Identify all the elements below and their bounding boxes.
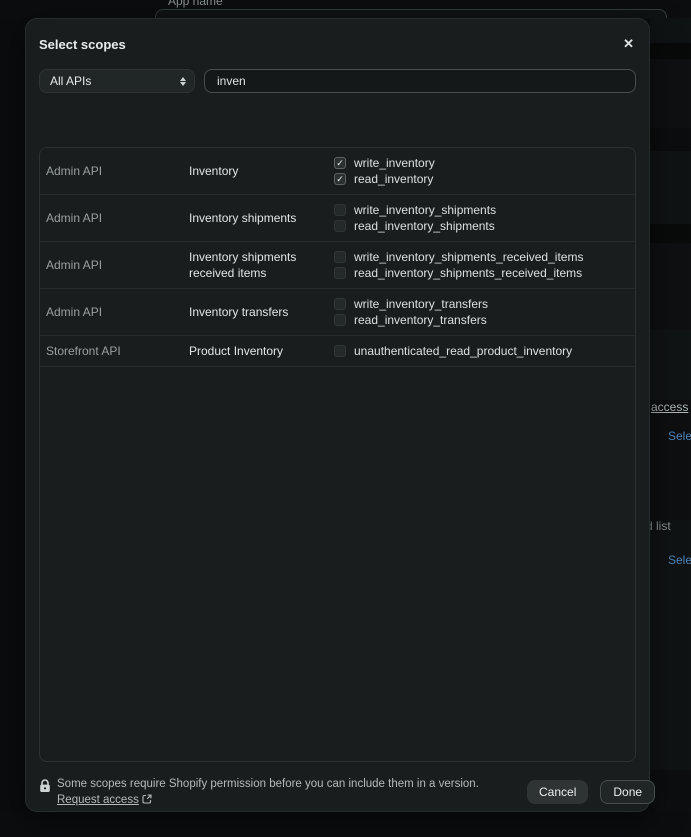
close-icon[interactable]: ✕	[621, 36, 636, 52]
scope-name: read_inventory	[354, 172, 434, 186]
row-api: Admin API	[46, 305, 103, 319]
scope-search-input[interactable]	[204, 69, 636, 93]
scope-option[interactable]: read_inventory_transfers	[334, 312, 629, 328]
background-band	[650, 18, 691, 43]
scope-option[interactable]: ✓ write_inventory	[334, 155, 629, 171]
external-link-icon	[142, 794, 152, 804]
lock-icon	[40, 779, 50, 792]
background-band	[650, 151, 691, 224]
row-api: Admin API	[46, 258, 103, 272]
checkbox-unchecked-icon[interactable]	[334, 220, 346, 232]
api-filter-select[interactable]: All APIs	[39, 69, 195, 93]
checkbox-checked-icon[interactable]: ✓	[334, 157, 346, 169]
background-band	[650, 243, 691, 330]
row-api: Admin API	[46, 164, 103, 178]
scope-option[interactable]: ✓ read_inventory	[334, 171, 629, 187]
scope-name: write_inventory	[354, 156, 435, 170]
background-band	[650, 224, 691, 243]
background-access-link[interactable]: access	[651, 400, 688, 414]
footer-note-text: Some scopes require Shopify permission b…	[57, 778, 479, 790]
scope-name: read_inventory_shipments	[354, 219, 495, 233]
checkbox-unchecked-icon[interactable]	[334, 298, 346, 310]
background-band	[650, 43, 691, 59]
row-api: Admin API	[46, 211, 103, 225]
row-scopes: ✓ write_inventory ✓ read_inventory	[334, 155, 629, 187]
scope-option[interactable]: read_inventory_shipments_received_items	[334, 265, 629, 281]
modal-footer: Some scopes require Shopify permission b…	[39, 776, 656, 808]
row-scopes: write_inventory_transfers read_inventory_…	[334, 296, 629, 328]
api-filter-value: All APIs	[50, 74, 92, 88]
updown-arrows-icon	[180, 76, 186, 86]
modal-header: Select scopes ✕	[39, 36, 636, 52]
table-row: Admin API Inventory transfers write_inve…	[40, 289, 635, 336]
row-category: Product Inventory	[189, 344, 284, 358]
background-band	[650, 400, 691, 520]
select-scopes-modal: Select scopes ✕ All APIs Admin API Inven…	[25, 18, 656, 812]
scope-option[interactable]: write_inventory_shipments	[334, 202, 629, 218]
row-scopes: write_inventory_shipments read_inventory_…	[334, 202, 629, 234]
checkbox-checked-icon[interactable]: ✓	[334, 173, 346, 185]
scope-name: read_inventory_transfers	[354, 313, 487, 327]
scope-name: write_inventory_shipments	[354, 203, 497, 217]
app-name-label: App name	[168, 0, 223, 8]
table-row: Storefront API Product Inventory unauthe…	[40, 336, 635, 367]
table-row: Admin API Inventory ✓ write_inventory ✓ rea…	[40, 148, 635, 195]
controls-row: All APIs	[39, 69, 636, 93]
done-button[interactable]: Done	[600, 780, 656, 804]
background-bottom-strip	[0, 812, 691, 837]
scope-option[interactable]: write_inventory_transfers	[334, 296, 629, 312]
scope-name: write_inventory_shipments_received_items	[354, 250, 584, 264]
scope-name: read_inventory_shipments_received_items	[354, 266, 583, 280]
row-scopes: unauthenticated_read_product_inventory	[334, 343, 629, 359]
table-row: Admin API Inventory shipments write_inve…	[40, 195, 635, 242]
scopes-table: Admin API Inventory ✓ write_inventory ✓ rea…	[39, 147, 636, 762]
row-category: Inventory transfers	[189, 305, 289, 319]
background-right-strip: access Select d list Select	[646, 0, 691, 837]
footer-note: Some scopes require Shopify permission b…	[57, 776, 519, 808]
background-band	[650, 330, 691, 400]
scope-option[interactable]: unauthenticated_read_product_inventory	[334, 343, 629, 359]
checkbox-unchecked-icon[interactable]	[334, 204, 346, 216]
cancel-button[interactable]: Cancel	[527, 780, 589, 804]
scope-name: write_inventory_transfers	[354, 297, 489, 311]
checkbox-unchecked-icon[interactable]	[334, 314, 346, 326]
request-access-link[interactable]: Request access	[57, 794, 139, 806]
scope-option[interactable]: write_inventory_shipments_received_items	[334, 249, 629, 265]
row-scopes: write_inventory_shipments_received_items…	[334, 249, 629, 281]
row-category: Inventory shipments	[189, 211, 297, 225]
scope-option[interactable]: read_inventory_shipments	[334, 218, 629, 234]
row-category: Inventory	[189, 164, 239, 178]
background-band	[650, 770, 691, 812]
checkbox-unchecked-icon[interactable]	[334, 345, 346, 357]
modal-title: Select scopes	[39, 36, 126, 52]
row-category: Inventory shipments received items	[189, 250, 297, 280]
background-top-strip: App name	[0, 0, 691, 19]
table-row: Admin API Inventory shipments received i…	[40, 242, 635, 289]
background-band	[650, 128, 691, 151]
scope-name: unauthenticated_read_product_inventory	[354, 344, 573, 358]
background-select-link[interactable]: Select	[668, 429, 691, 443]
scopes-table-body: Admin API Inventory ✓ write_inventory ✓ rea…	[40, 148, 635, 367]
row-api: Storefront API	[46, 344, 121, 358]
background-band	[650, 59, 691, 128]
checkbox-unchecked-icon[interactable]	[334, 251, 346, 263]
checkbox-unchecked-icon[interactable]	[334, 267, 346, 279]
background-select-link[interactable]: Select	[668, 553, 691, 567]
